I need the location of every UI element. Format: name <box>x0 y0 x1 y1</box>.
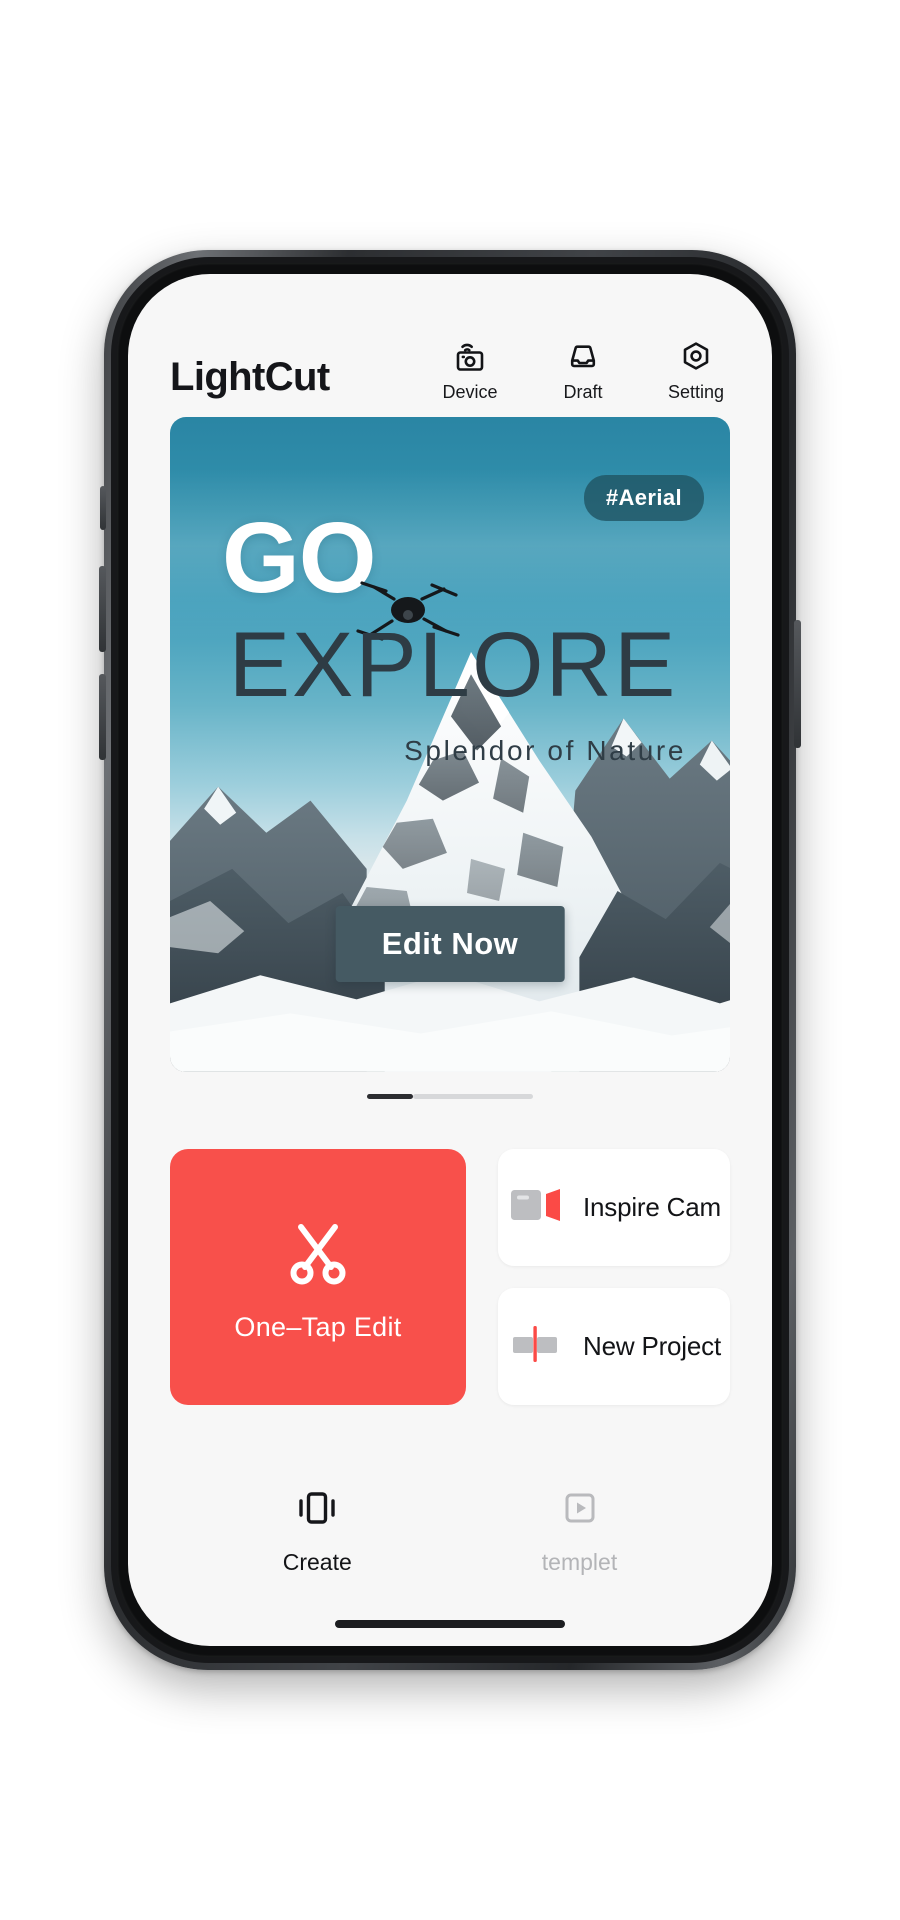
hero-tag-badge: #Aerial <box>583 475 704 521</box>
carousel-icon <box>293 1484 341 1537</box>
header-action-label: Draft <box>563 382 603 402</box>
pager-track <box>367 1094 533 1099</box>
header-action-label: Setting <box>667 382 725 402</box>
volume-up-button[interactable] <box>99 566 106 652</box>
phone-device-frame: LightCut Device Draft Setting #Aerial GO… <box>99 250 801 1670</box>
play-square-icon <box>556 1484 604 1537</box>
timeline-clip-icon <box>507 1320 565 1373</box>
one-tap-edit-label: One–Tap Edit <box>234 1312 402 1342</box>
header-action-setting[interactable]: Setting <box>662 336 730 401</box>
hero-subtitle: Splendor of Nature <box>404 735 686 766</box>
camera-icon <box>507 1181 565 1234</box>
edit-now-button[interactable]: Edit Now <box>335 906 565 982</box>
gear-nut-icon <box>676 336 716 376</box>
header-actions: Device Draft Setting <box>436 336 730 401</box>
power-button[interactable] <box>794 620 801 748</box>
app-header: LightCut Device Draft Setting <box>128 274 772 401</box>
inspire-cam-card[interactable]: Inspire Cam <box>498 1149 730 1266</box>
hero-slide[interactable]: #Aerial GO EXPLORE Splendor of Nature Ed… <box>170 417 730 1072</box>
tab-templet-label: templet <box>541 1549 618 1575</box>
phone-screen: LightCut Device Draft Setting #Aerial GO… <box>128 274 772 1646</box>
new-project-label: New Project <box>583 1331 721 1361</box>
header-action-draft[interactable]: Draft <box>549 336 617 401</box>
action-cards: One–Tap Edit Inspire Cam New Project <box>128 1099 772 1405</box>
carousel-pager[interactable] <box>128 1072 772 1099</box>
hero-carousel: #Aerial GO EXPLORE Splendor of Nature Ed… <box>128 401 772 1072</box>
pager-dot-inactive[interactable] <box>413 1094 533 1099</box>
inbox-tray-icon <box>563 336 603 376</box>
tab-create-label: Create <box>282 1549 352 1575</box>
volume-down-button[interactable] <box>99 674 106 760</box>
bottom-tabbar: Create templet <box>128 1450 772 1646</box>
new-project-card[interactable]: New Project <box>498 1288 730 1405</box>
tab-templet[interactable]: templet <box>542 1484 617 1574</box>
inspire-cam-label: Inspire Cam <box>583 1192 721 1222</box>
one-tap-edit-card[interactable]: One–Tap Edit <box>170 1149 466 1405</box>
header-action-label: Device <box>442 382 498 402</box>
screenshot-stage: LightCut Device Draft Setting #Aerial GO… <box>0 0 900 1920</box>
secondary-cards: Inspire Cam New Project <box>498 1149 730 1405</box>
pager-dot-active[interactable] <box>367 1094 413 1099</box>
scissors-icon <box>279 1211 357 1294</box>
header-action-device[interactable]: Device <box>436 336 504 401</box>
home-indicator <box>335 1620 565 1628</box>
tab-create[interactable]: Create <box>283 1484 352 1574</box>
hero-title-explore: EXPLORE <box>228 614 678 716</box>
app-title: LightCut <box>170 355 330 399</box>
silent-switch[interactable] <box>100 486 106 530</box>
wifi-camera-icon <box>450 336 490 376</box>
